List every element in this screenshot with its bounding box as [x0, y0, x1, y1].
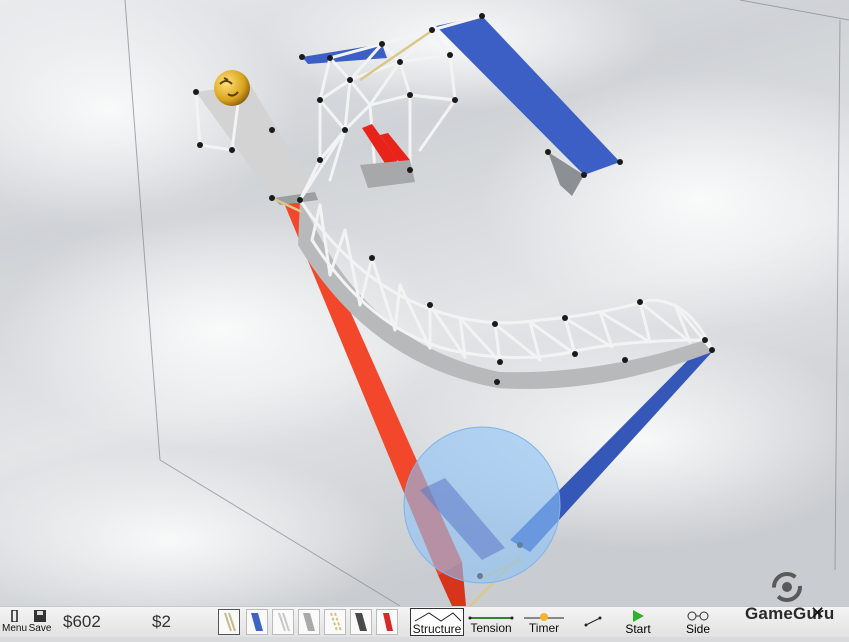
structure-icon: [414, 612, 462, 622]
side-view-label: Side: [685, 622, 711, 636]
menu-icon: [10, 610, 18, 622]
tab-tension-label: Tension: [470, 621, 512, 635]
glasses-icon: [687, 611, 709, 621]
save-label: Save: [28, 623, 52, 634]
close-button[interactable]: ✕: [810, 603, 825, 624]
side-view-button[interactable]: Side: [676, 607, 720, 637]
material-hydraulic-button[interactable]: [376, 609, 398, 635]
road-icon: [251, 613, 263, 631]
tab-structure-label: Structure: [412, 622, 462, 636]
material-beam-button[interactable]: [350, 609, 372, 635]
cable-icon: [330, 612, 342, 632]
joint-tool-button[interactable]: [578, 607, 608, 637]
save-disk-icon: [34, 610, 46, 622]
ball[interactable]: [214, 70, 250, 106]
selection-sphere[interactable]: [403, 426, 561, 584]
hydraulic-icon: [383, 613, 393, 631]
budget-display: $602: [63, 612, 101, 631]
tab-tension[interactable]: Tension: [466, 608, 516, 636]
material-steel-thin-button[interactable]: [272, 609, 294, 635]
menu-label: Menu: [2, 623, 28, 634]
bottom-toolbar: Menu Save $602 $2 Structure Tension Time…: [0, 606, 849, 637]
start-button[interactable]: Start: [618, 607, 658, 637]
steel-thin-icon: [278, 612, 290, 632]
beam-icon: [355, 613, 367, 631]
menu-button[interactable]: Menu: [2, 607, 28, 637]
steel-icon: [303, 613, 315, 631]
start-label: Start: [625, 622, 651, 636]
tab-timer-label: Timer: [528, 621, 560, 635]
material-cable-button[interactable]: [324, 609, 346, 635]
material-road-button[interactable]: [246, 609, 268, 635]
material-rope-button[interactable]: [218, 609, 240, 635]
save-button[interactable]: Save: [28, 607, 52, 637]
tension-icon: [468, 616, 514, 620]
cost-display: $2: [152, 612, 171, 631]
material-steel-button[interactable]: [298, 609, 320, 635]
game-scene[interactable]: [0, 0, 849, 606]
tab-timer[interactable]: Timer: [520, 608, 568, 636]
rope-icon: [224, 612, 236, 632]
tab-structure[interactable]: Structure: [410, 608, 464, 636]
joint-line-icon: [584, 616, 602, 627]
timer-icon: [524, 613, 564, 621]
play-icon: [633, 610, 644, 622]
